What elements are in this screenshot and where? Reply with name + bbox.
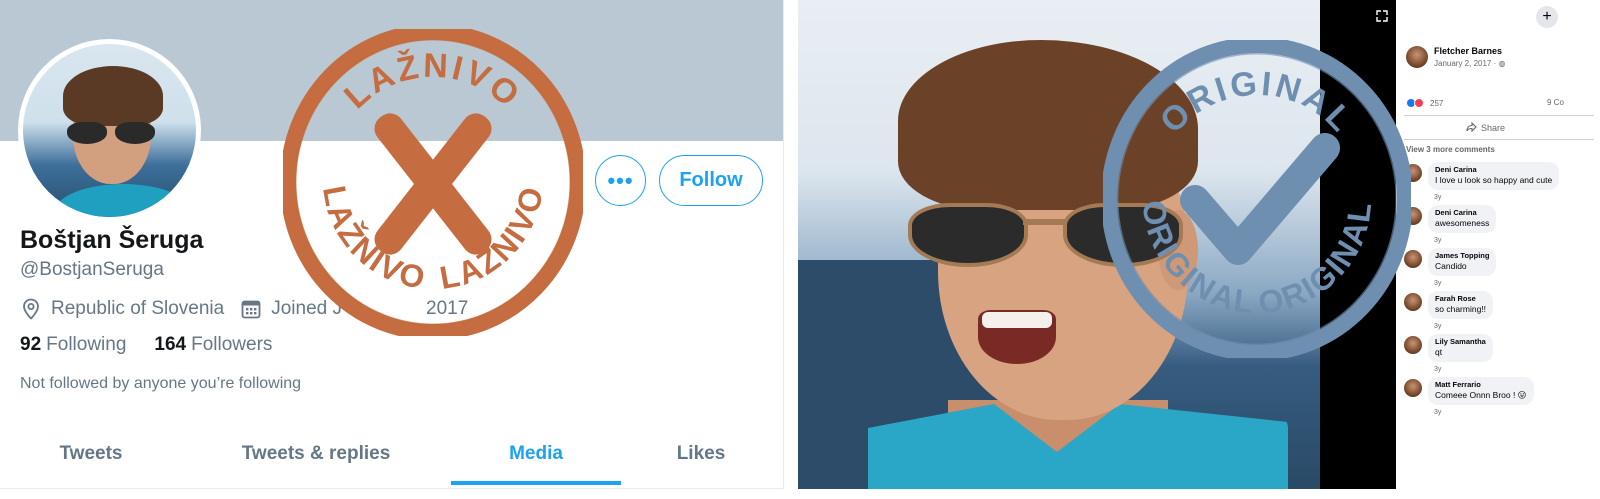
fake-stamp: LAŽNIVO LAŽNIVO LAŽNIVO (283, 29, 583, 336)
view-more-comments[interactable]: View 3 more comments (1406, 145, 1495, 154)
profile-stats: 92 Following 164 Followers (20, 334, 272, 356)
reactions-summary[interactable]: 257 (1406, 97, 1443, 109)
comment-bubble: Deni Carina awesomeness (1428, 205, 1497, 233)
check-mark-icon (1180, 133, 1340, 265)
more-icon: ••• (607, 167, 634, 193)
follow-button[interactable]: Follow (659, 155, 763, 206)
tab-media[interactable]: Media (451, 422, 621, 485)
add-icon[interactable]: + (1536, 6, 1558, 28)
reaction-count: 257 (1430, 98, 1444, 108)
comment-bubble: Deni Carina I love u look so happy and c… (1428, 162, 1560, 190)
more-options-button[interactable]: ••• (595, 155, 646, 206)
active-tab-indicator (451, 481, 621, 485)
comment-item: Matt Ferrario Comeee Onnn Broo ! 😛 3y (1404, 377, 1600, 422)
comment-bubble: Farah Rose so charming!! (1428, 291, 1494, 319)
public-globe-icon: ◍ (1498, 59, 1506, 68)
divider (1404, 115, 1594, 116)
facebook-post-sidebar: + Fletcher Barnes January 2, 2017 · ◍ 25… (1396, 0, 1600, 489)
divider (1404, 139, 1594, 140)
avatar-photo (23, 44, 196, 217)
followers-link[interactable]: 164 Followers (154, 334, 272, 356)
profile-location: Republic of Slovenia (51, 298, 225, 319)
following-link[interactable]: 92 Following (20, 334, 126, 356)
comment-item: James Topping Candido 3y (1404, 248, 1600, 293)
commenter-avatar[interactable] (1404, 379, 1422, 397)
x-mark-icon (374, 113, 492, 255)
location-icon (20, 298, 42, 320)
expand-icon[interactable] (1374, 8, 1390, 24)
love-reaction-icon (1414, 98, 1424, 108)
comment-item: Lily Samantha qt 3y (1404, 334, 1600, 379)
comment-item: Deni Carina awesomeness 3y (1404, 205, 1600, 250)
comments-count[interactable]: 9 Co (1547, 98, 1564, 107)
original-stamp: ORIGINAL ORIGINAL ORIGINAL (1103, 40, 1411, 358)
tab-tweets[interactable]: Tweets (0, 422, 182, 485)
post-author[interactable]: Fletcher Barnes (1434, 46, 1502, 56)
profile-avatar[interactable] (18, 39, 201, 222)
followed-by-note: Not followed by anyone you’re following (20, 375, 302, 392)
comment-item: Deni Carina I love u look so happy and c… (1404, 162, 1600, 207)
profile-name: Boštjan Šeruga (20, 226, 204, 254)
tab-likes[interactable]: Likes (621, 422, 781, 485)
profile-handle: @BostjanSeruga (20, 259, 164, 280)
profile-tabs: Tweets Tweets & replies Media Likes (0, 422, 783, 489)
share-button[interactable]: Share (1466, 121, 1505, 134)
comment-bubble: Matt Ferrario Comeee Onnn Broo ! 😛 (1428, 377, 1534, 405)
comparison-image: ••• Follow Boštjan Šeruga @BostjanSeruga… (0, 0, 1600, 499)
calendar-icon (240, 298, 262, 320)
tab-tweets-replies[interactable]: Tweets & replies (182, 422, 450, 485)
share-icon (1466, 121, 1477, 134)
comment-bubble: Lily Samantha qt (1428, 334, 1493, 362)
post-date: January 2, 2017 · ◍ (1434, 59, 1506, 68)
comment-bubble: James Topping Candido (1428, 248, 1497, 276)
comment-item: Farah Rose so charming!! 3y (1404, 291, 1600, 336)
